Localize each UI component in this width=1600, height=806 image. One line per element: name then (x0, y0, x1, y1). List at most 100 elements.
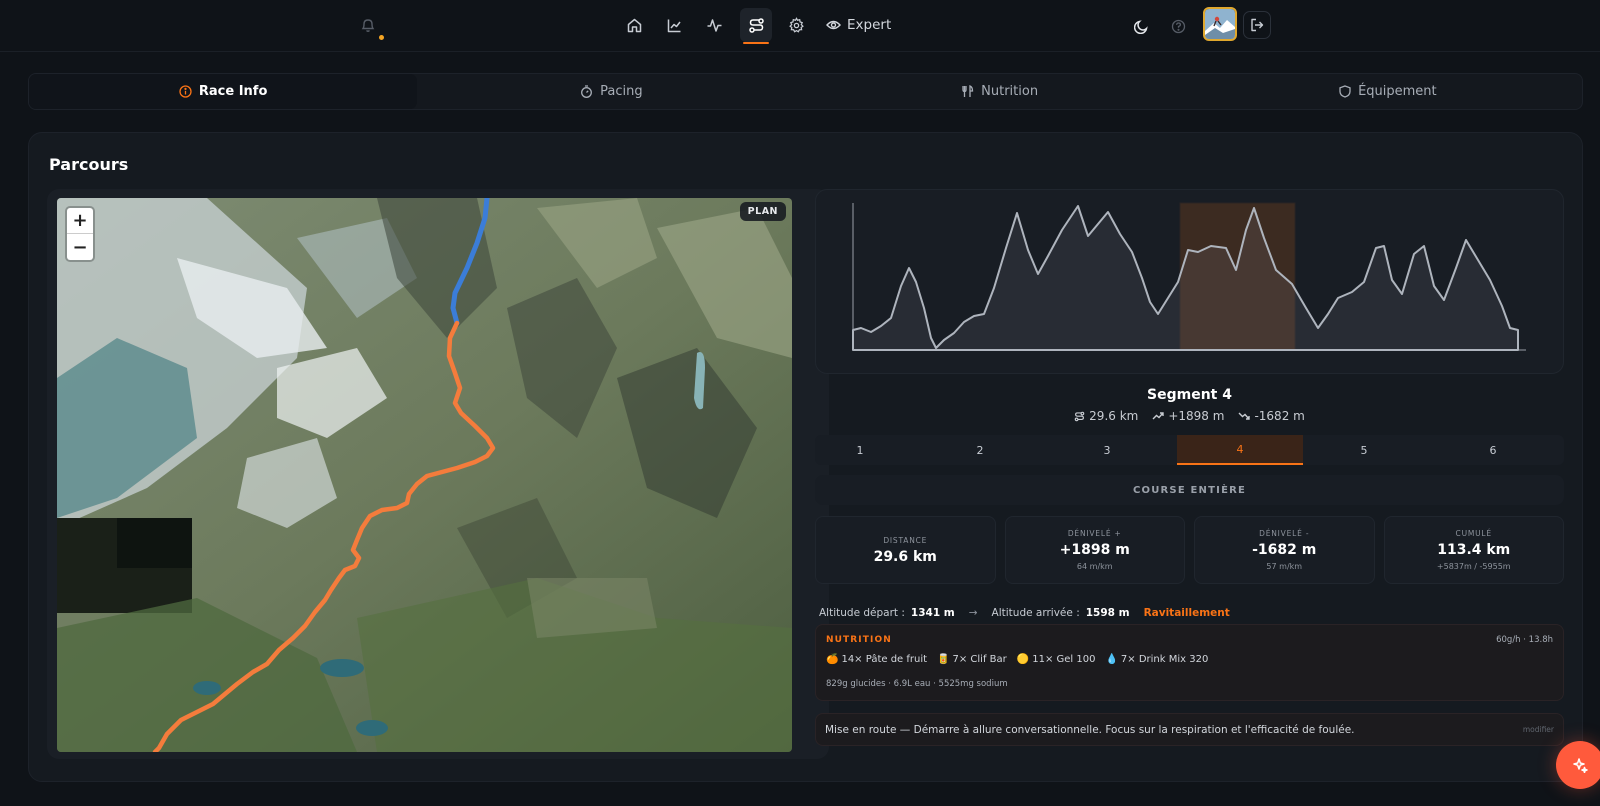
stat-sub: 57 m/km (1266, 562, 1303, 571)
sparkle-icon (1572, 757, 1588, 773)
segment-tab-5[interactable]: 5 (1319, 435, 1409, 465)
segment-tab-1[interactable]: 1 (815, 435, 905, 465)
avatar[interactable] (1203, 7, 1237, 41)
altitude-start-label: Altitude départ : (819, 607, 905, 619)
whole-race-button[interactable]: COURSE ENTIÈRE (815, 475, 1564, 505)
tab-equipment[interactable]: Équipement (1194, 74, 1582, 109)
expert-mode-toggle[interactable]: Expert (826, 15, 891, 35)
elevation-chart (852, 202, 1526, 351)
tab-label: Équipement (1358, 84, 1437, 99)
info-icon (179, 85, 192, 98)
stat-card-distance: DISTANCE 29.6 km (815, 516, 996, 584)
stat-label: DISTANCE (883, 535, 928, 545)
activity-icon[interactable] (698, 8, 730, 42)
tab-label: Nutrition (981, 84, 1039, 99)
stat-value: -1682 m (1252, 542, 1317, 558)
tab-nutrition[interactable]: Nutrition (806, 74, 1194, 109)
segment-title: Segment 4 (1147, 387, 1232, 403)
nutrition-summary: 829g glucides · 6.9L eau · 5525mg sodium (826, 679, 1008, 689)
top-nav: Expert (0, 0, 1600, 52)
zoom-control: + − (67, 208, 93, 260)
tab-label: Race Info (198, 84, 268, 99)
route-icon[interactable] (740, 8, 772, 44)
segment-note[interactable]: Mise en route — Démarre à allure convers… (815, 713, 1564, 746)
page-title: Parcours (49, 155, 129, 174)
gear-icon[interactable] (780, 8, 812, 42)
nutrition-item: 🍊 14× Pâte de fruit (826, 654, 927, 665)
route-icon (1074, 411, 1085, 422)
nutrition-rate: 60g/h · 13.8h (1496, 635, 1553, 645)
nutrition-item-text: 11× Gel 100 (1032, 654, 1096, 665)
zoom-in-button[interactable]: + (67, 208, 93, 234)
stat-label: DÉNIVELÉ + (1067, 529, 1122, 538)
segment-tab-6[interactable]: 6 (1448, 435, 1538, 465)
home-icon[interactable] (618, 8, 650, 42)
bar-icon: 🥫 (937, 654, 950, 665)
altitude-start-value: 1341 m (910, 607, 955, 619)
satellite-map[interactable]: + − PLAN (57, 198, 792, 752)
nutrition-item-text: 7× Drink Mix 320 (1120, 654, 1209, 665)
stat-sub: 64 m/km (1076, 562, 1113, 571)
stat-card-loss: DÉNIVELÉ - -1682 m 57 m/km (1194, 516, 1375, 584)
trend-down-icon (1238, 411, 1251, 421)
map-style-toggle[interactable]: PLAN (739, 202, 786, 221)
droplet-icon: 💧 (1105, 654, 1118, 665)
map-container: + − PLAN (47, 189, 829, 759)
fruit-icon: 🍊 (826, 654, 839, 665)
help-icon[interactable] (1168, 16, 1188, 36)
stat-value: +1898 m (1059, 542, 1130, 558)
gel-icon: 🟡 (1016, 654, 1030, 665)
nutrition-item: 💧 7× Drink Mix 320 (1105, 654, 1208, 665)
assistant-fab[interactable] (1556, 741, 1600, 789)
stat-label: CUMULÉ (1455, 529, 1492, 538)
notification-dot (379, 35, 384, 40)
nutrition-item: 🟡 11× Gel 100 (1017, 654, 1096, 665)
stat-value: 29.6 km (873, 548, 937, 565)
segment-loss: -1682 m (1254, 409, 1305, 423)
segment-stats: 29.6 km +1898 m -1682 m (815, 409, 1564, 423)
altitude-end-value: 1598 m (1085, 607, 1130, 619)
logout-icon[interactable] (1243, 11, 1271, 39)
nutrition-item-text: 7× Clif Bar (952, 654, 1007, 665)
stat-value: 113.4 km (1437, 542, 1511, 558)
stat-card-gain: DÉNIVELÉ + +1898 m 64 m/km (1004, 516, 1185, 584)
expert-label: Expert (847, 17, 892, 33)
tab-label: Pacing (600, 84, 643, 99)
main-tabs: Race Info Pacing Nutrition Équipement (28, 73, 1583, 110)
elevation-profile[interactable] (815, 189, 1564, 374)
altitude-row: Altitude départ : 1341 m → Altitude arri… (819, 607, 1230, 619)
segment-tab-4[interactable]: 4 (1177, 435, 1303, 465)
moon-icon[interactable] (1131, 16, 1151, 36)
tab-race-info[interactable]: Race Info (29, 74, 418, 109)
course-panel: Parcours + − PLAN Segment 4 29.6 km +189… (28, 132, 1583, 782)
altitude-end-label: Altitude arrivée : (991, 607, 1080, 619)
zoom-out-button[interactable]: − (67, 234, 93, 260)
stat-card-cumulative: CUMULÉ 113.4 km +5837m / -5955m (1383, 516, 1564, 584)
stat-cards: DISTANCE 29.6 km DÉNIVELÉ + +1898 m 64 m… (815, 516, 1564, 584)
edit-note-link[interactable]: modifier (1523, 725, 1554, 734)
trend-up-icon (1152, 411, 1165, 421)
arrow-right-icon: → (968, 607, 978, 619)
shield-icon (1339, 85, 1351, 98)
stat-label: DÉNIVELÉ - (1259, 529, 1310, 538)
nutrition-item-text: 14× Pâte de fruit (841, 654, 928, 665)
bell-icon[interactable] (359, 16, 377, 34)
segment-gain: +1898 m (1168, 409, 1225, 423)
segment-tab-2[interactable]: 2 (935, 435, 1025, 465)
segment-tab-3[interactable]: 3 (1062, 435, 1152, 465)
segment-distance: 29.6 km (1089, 409, 1139, 423)
chart-icon[interactable] (658, 8, 690, 42)
nutrition-card: NUTRITION 60g/h · 13.8h 🍊 14× Pâte de fr… (815, 624, 1564, 701)
stopwatch-icon (580, 85, 593, 98)
nutrition-items: 🍊 14× Pâte de fruit 🥫 7× Clif Bar 🟡 11× … (826, 654, 1208, 665)
utensils-icon (961, 85, 974, 98)
nutrition-title: NUTRITION (826, 635, 892, 645)
eye-icon (826, 19, 841, 31)
aid-station-badge: Ravitaillement (1143, 607, 1230, 619)
map-terrain (57, 198, 792, 752)
segment-tabs: 1 2 3 4 5 6 (815, 435, 1564, 465)
tab-pacing[interactable]: Pacing (417, 74, 805, 109)
stat-sub: +5837m / -5955m (1436, 562, 1511, 571)
note-text: Mise en route — Démarre à allure convers… (825, 723, 1355, 736)
nutrition-item: 🥫 7× Clif Bar (937, 654, 1007, 665)
